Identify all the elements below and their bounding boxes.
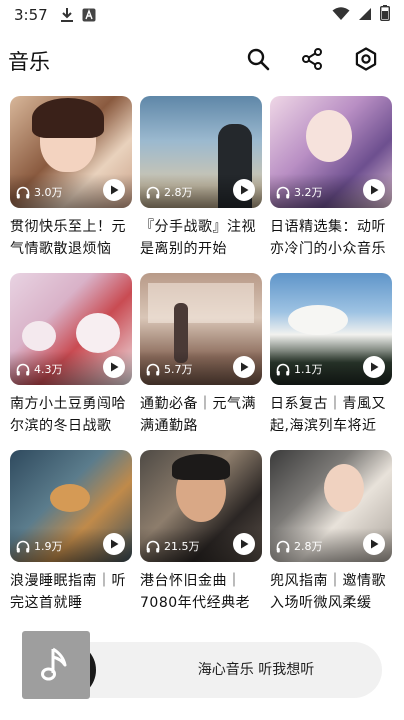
play-count: 5.7万 bbox=[146, 361, 193, 377]
share-button[interactable] bbox=[288, 39, 336, 83]
settings-button[interactable] bbox=[342, 39, 390, 83]
play-icon bbox=[371, 362, 379, 372]
play-icon bbox=[371, 539, 379, 549]
playlist-card[interactable]: 3.0万 贯彻快乐至上！元气情歌散退烦恼 bbox=[10, 96, 132, 273]
play-count-label: 21.5万 bbox=[164, 540, 200, 553]
playlist-cover: 5.7万 bbox=[140, 273, 262, 385]
playlist-title: 『分手战歌』注视是离别的开始 bbox=[140, 219, 256, 257]
playlist-card[interactable]: 1.1万 日系复古｜青風又起,海滨列车将近 bbox=[270, 273, 392, 450]
play-button[interactable] bbox=[103, 179, 125, 201]
play-icon bbox=[111, 539, 119, 549]
playlist-title: 日系复古｜青風又起,海滨列车将近 bbox=[270, 396, 386, 434]
playlist-card[interactable]: 2.8万 『分手战歌』注视是离别的开始 bbox=[140, 96, 262, 273]
page-title: 音乐 bbox=[8, 50, 50, 74]
playlist-title: 浪漫睡眠指南｜听完这首就睡 bbox=[10, 573, 126, 611]
headphones-icon bbox=[16, 363, 30, 375]
playlist-title: 南方小土豆勇闯哈尔滨的冬日战歌 bbox=[10, 396, 126, 434]
play-icon bbox=[111, 362, 119, 372]
playlist-card[interactable]: 21.5万 港台怀旧金曲｜7080年代经典老歌 bbox=[140, 450, 262, 627]
play-count: 3.0万 bbox=[16, 184, 63, 200]
headphones-icon bbox=[276, 186, 290, 198]
play-count: 21.5万 bbox=[146, 538, 200, 554]
play-count-label: 5.7万 bbox=[164, 363, 193, 376]
headphones-icon bbox=[276, 540, 290, 552]
play-count: 4.3万 bbox=[16, 361, 63, 377]
play-button[interactable] bbox=[363, 179, 385, 201]
play-button[interactable] bbox=[363, 533, 385, 555]
play-button[interactable] bbox=[363, 356, 385, 378]
play-icon bbox=[241, 362, 249, 372]
headphones-icon bbox=[146, 186, 160, 198]
play-icon bbox=[241, 539, 249, 549]
playlist-title: 通勤必备｜元气满满通勤路 bbox=[140, 396, 256, 434]
battery-icon bbox=[379, 5, 391, 25]
playlist-cover: 2.8万 bbox=[140, 96, 262, 208]
playlist-title: 贯彻快乐至上！元气情歌散退烦恼 bbox=[10, 219, 126, 257]
status-time: 3:57 bbox=[14, 6, 48, 24]
playlist-cover: 21.5万 bbox=[140, 450, 262, 562]
play-count: 3.2万 bbox=[276, 184, 323, 200]
playlist-cover: 3.2万 bbox=[270, 96, 392, 208]
playlist-card[interactable]: 1.9万 浪漫睡眠指南｜听完这首就睡 bbox=[10, 450, 132, 627]
playlist-card[interactable]: 4.3万 南方小土豆勇闯哈尔滨的冬日战歌 bbox=[10, 273, 132, 450]
playlist-card[interactable]: 3.2万 日语精选集：动听亦冷门的小众音乐 bbox=[270, 96, 392, 273]
play-count: 2.8万 bbox=[146, 184, 193, 200]
headphones-icon bbox=[146, 363, 160, 375]
play-count: 1.9万 bbox=[16, 538, 63, 554]
play-count-label: 1.9万 bbox=[34, 540, 63, 553]
share-icon bbox=[300, 47, 324, 75]
status-bar: 3:57 bbox=[0, 0, 404, 30]
play-button[interactable] bbox=[233, 356, 255, 378]
playlist-card[interactable]: 2.8万 兜风指南｜邀情歌入场听微风柔缓 bbox=[270, 450, 392, 627]
play-count: 2.8万 bbox=[276, 538, 323, 554]
play-count-label: 3.0万 bbox=[34, 186, 63, 199]
play-button[interactable] bbox=[233, 179, 255, 201]
playlist-title: 兜风指南｜邀情歌入场听微风柔缓 bbox=[270, 573, 386, 611]
play-button[interactable] bbox=[103, 533, 125, 555]
music-note-icon bbox=[41, 647, 67, 681]
settings-icon bbox=[354, 47, 378, 75]
playlist-grid: 3.0万 贯彻快乐至上！元气情歌散退烦恼 2.8万 『分手战歌』注视是离别的开始 bbox=[10, 96, 394, 627]
player-text: 海心音乐 听我想听 bbox=[197, 662, 315, 678]
notification-a-icon bbox=[82, 8, 96, 22]
search-icon bbox=[246, 47, 270, 75]
headphones-icon bbox=[16, 540, 30, 552]
play-count-label: 4.3万 bbox=[34, 363, 63, 376]
play-button[interactable] bbox=[103, 356, 125, 378]
headphones-icon bbox=[146, 540, 160, 552]
search-button[interactable] bbox=[234, 39, 282, 83]
play-icon bbox=[371, 185, 379, 195]
playlist-cover: 1.1万 bbox=[270, 273, 392, 385]
play-count-label: 1.1万 bbox=[294, 363, 323, 376]
playlist-title: 港台怀旧金曲｜7080年代经典老歌 bbox=[140, 573, 251, 611]
playlist-cover: 3.0万 bbox=[10, 96, 132, 208]
playlist-cover: 2.8万 bbox=[270, 450, 392, 562]
playlist-card[interactable]: 5.7万 通勤必备｜元气满满通勤路 bbox=[140, 273, 262, 450]
playlist-cover: 1.9万 bbox=[10, 450, 132, 562]
play-count-label: 2.8万 bbox=[164, 186, 193, 199]
player-album-art[interactable] bbox=[22, 631, 90, 699]
headphones-icon bbox=[276, 363, 290, 375]
signal-icon bbox=[358, 6, 372, 25]
play-count-label: 3.2万 bbox=[294, 186, 323, 199]
play-icon bbox=[111, 185, 119, 195]
play-count: 1.1万 bbox=[276, 361, 323, 377]
app-bar: 音乐 bbox=[0, 36, 404, 86]
download-icon bbox=[60, 7, 74, 23]
playlist-cover: 4.3万 bbox=[10, 273, 132, 385]
play-count-label: 2.8万 bbox=[294, 540, 323, 553]
headphones-icon bbox=[16, 186, 30, 198]
playlist-title: 日语精选集：动听亦冷门的小众音乐 bbox=[270, 219, 386, 257]
play-button[interactable] bbox=[233, 533, 255, 555]
wifi-icon bbox=[332, 6, 350, 25]
play-icon bbox=[241, 185, 249, 195]
